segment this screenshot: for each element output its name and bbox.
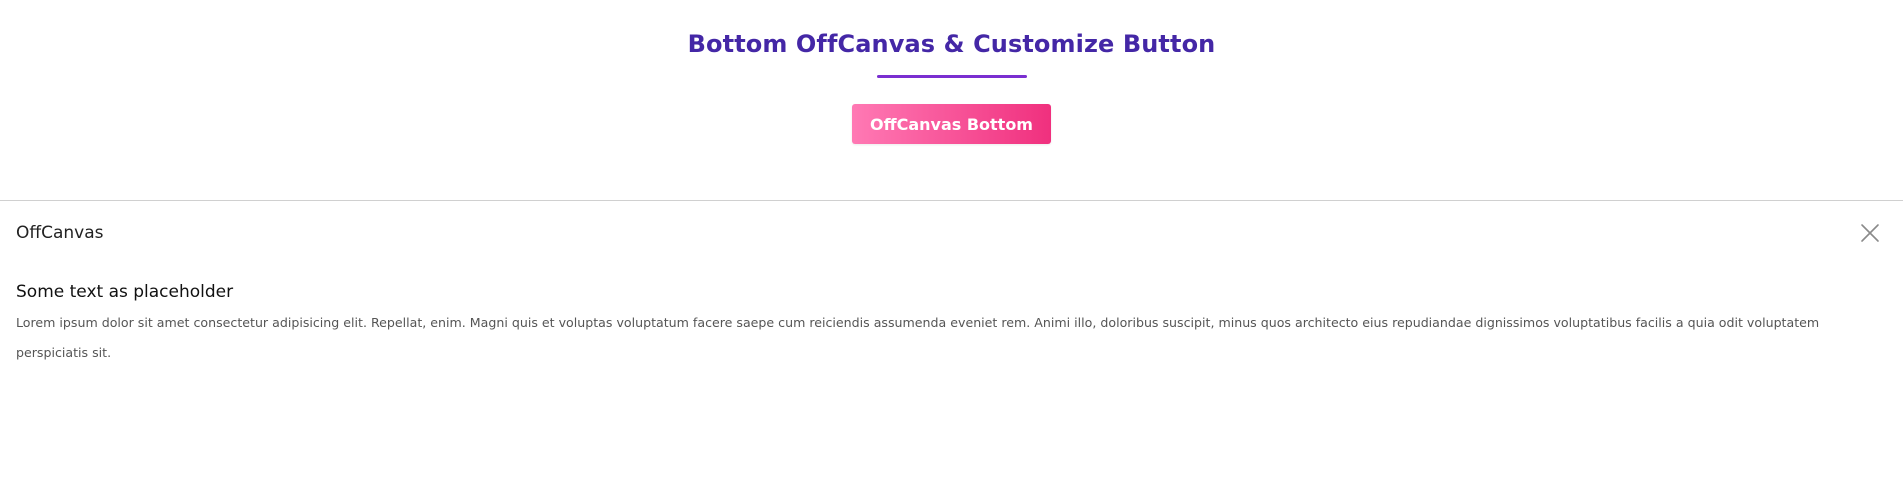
offcanvas-body-text: Lorem ipsum dolor sit amet consectetur a… — [16, 315, 1820, 360]
demo-section: Bottom OffCanvas & Customize Button OffC… — [0, 0, 1903, 200]
open-offcanvas-button[interactable]: OffCanvas Bottom — [852, 104, 1051, 144]
offcanvas-body-heading: Some text as placeholder — [16, 282, 234, 302]
offcanvas-title: OffCanvas — [16, 223, 104, 243]
close-icon — [1858, 221, 1882, 245]
title-underline — [877, 75, 1027, 78]
page: Bottom OffCanvas & Customize Button OffC… — [0, 0, 1903, 480]
offcanvas-panel: OffCanvas Some text as placeholder Lorem… — [0, 200, 1903, 480]
close-button[interactable] — [1858, 221, 1882, 245]
section-title: Bottom OffCanvas & Customize Button — [687, 30, 1216, 58]
